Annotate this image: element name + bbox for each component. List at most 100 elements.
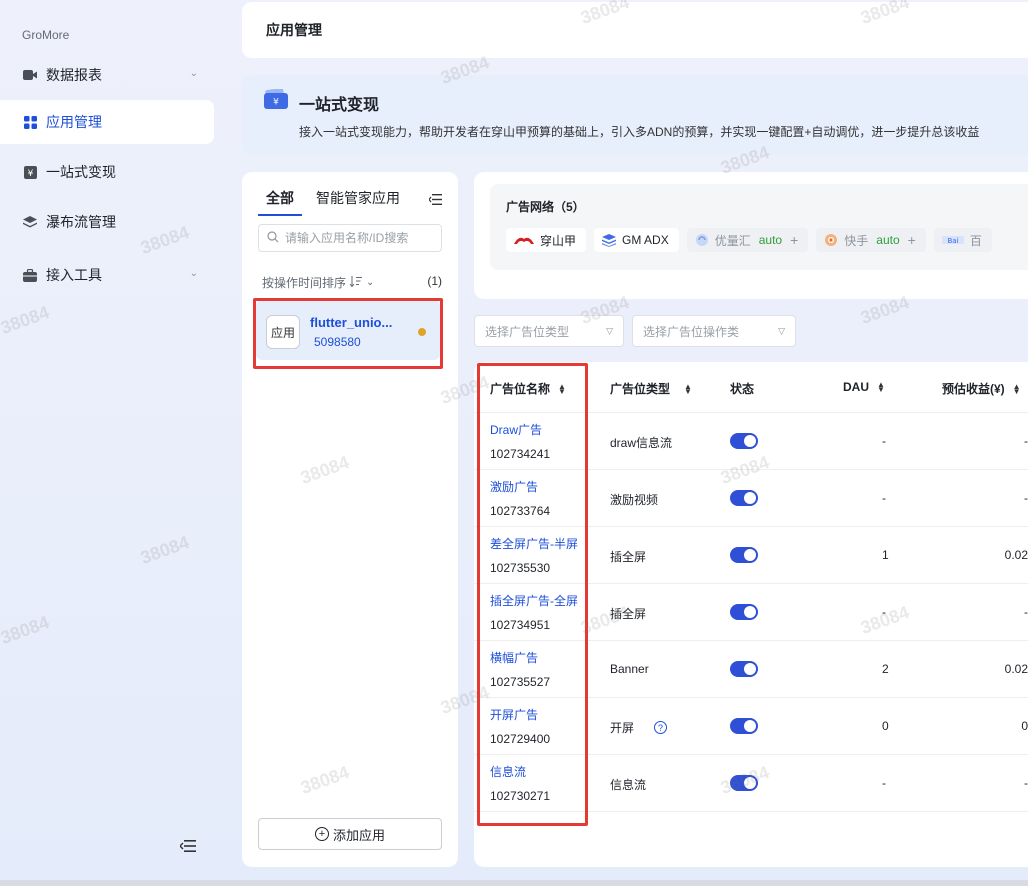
pangle-icon (514, 235, 534, 245)
svg-text:¥: ¥ (27, 169, 33, 179)
revenue-value: - (1024, 491, 1028, 505)
revenue-value: - (1024, 776, 1028, 790)
network-chip-pangle[interactable]: 穿山甲 (506, 228, 587, 252)
grid-icon (22, 114, 38, 130)
ad-slot-type: 插全屏 (610, 550, 647, 564)
search-input[interactable] (285, 231, 435, 245)
status-toggle[interactable] (730, 490, 758, 506)
ad-slot-name-link[interactable]: 信息流 (490, 763, 526, 780)
status-toggle[interactable] (730, 433, 758, 449)
monetization-banner: ¥ 一站式变现 接入一站式变现能力，帮助开发者在穿山甲预算的基础上，引入多ADN… (242, 75, 1028, 155)
sort-icon (349, 275, 363, 290)
banner-description: 接入一站式变现能力，帮助开发者在穿山甲预算的基础上，引入多ADN的预算，并实现一… (299, 125, 980, 139)
add-app-button[interactable]: + 添加应用 (258, 818, 442, 850)
sort-icon: ▲ ▼ (684, 381, 692, 396)
ad-slot-name-link[interactable]: 激励广告 (490, 478, 538, 495)
app-list-panel: 全部 智能管家应用 按操作时间排序 ⌄ (1) 应用 flutter_unio.… (242, 172, 458, 867)
gm-adx-icon (602, 233, 617, 247)
status-toggle[interactable] (730, 775, 758, 791)
baidu-icon: Bai (941, 235, 964, 245)
ad-slot-table: 广告位名称 ▲ ▼ 广告位类型 ▲ ▼ 状态 DAU ▲ ▼ 预估收益(¥) ▲ ▼ D… (474, 362, 1028, 867)
ad-slot-id: 102735527 (490, 675, 551, 689)
sort-icon: ▲ ▼ (558, 381, 566, 396)
plus-icon[interactable]: + (908, 232, 916, 248)
status-toggle[interactable] (730, 604, 758, 620)
ad-network-list: 穿山甲 GM ADX 优量汇 auto + 快手 auto + Bai 百 (506, 228, 992, 252)
toolbox-icon (22, 267, 38, 283)
status-toggle[interactable] (730, 718, 758, 734)
ad-slot-name-link[interactable]: 差全屏广告-半屏 (490, 535, 578, 552)
ad-slot-type: 插全屏 (610, 607, 647, 621)
ad-slot-type: Banner (610, 662, 649, 676)
layers-icon (22, 214, 38, 230)
dau-value: 0 (882, 719, 889, 733)
sort-control[interactable]: 按操作时间排序 ⌄ (262, 274, 374, 291)
col-header-status: 状态 (730, 380, 754, 397)
chevron-down-icon: ⌄ (366, 277, 375, 288)
network-chip-kuaishou[interactable]: 快手 auto + (816, 228, 926, 252)
app-list-item[interactable]: 应用 flutter_unio... 5098580 (256, 300, 440, 360)
sort-icon: ▲ ▼ (877, 380, 885, 394)
ad-slot-name-link[interactable]: 开屏广告 (490, 706, 538, 723)
col-header-label: DAU (843, 380, 869, 394)
dau-value: - (882, 491, 886, 505)
list-menu-icon[interactable] (428, 192, 442, 208)
ad-slot-name-link[interactable]: Draw广告 (490, 421, 542, 438)
network-chip-youlianghui[interactable]: 优量汇 auto + (686, 228, 809, 252)
search-icon (267, 230, 279, 246)
ad-slot-id: 102734951 (490, 618, 551, 632)
col-header-label: 预估收益(¥) (942, 382, 1005, 396)
dau-value: 1 (882, 548, 889, 562)
ad-slot-type: draw信息流 (610, 436, 673, 450)
plus-icon[interactable]: + (790, 232, 798, 248)
network-name: 百 (969, 233, 982, 248)
table-row: 横幅广告 102735527 Banner 2 0.02 (474, 641, 1028, 698)
table-row: 插全屏广告-全屏 102734951 插全屏 - - (474, 584, 1028, 641)
auto-tag: auto (758, 233, 783, 247)
page-title: 应用管理 (266, 22, 322, 38)
network-name: 穿山甲 (540, 233, 577, 248)
tab-all[interactable]: 全部 (258, 188, 302, 216)
app-search-field[interactable] (258, 224, 442, 252)
chevron-down-icon: ▽ (778, 326, 785, 336)
network-chip-baidu[interactable]: Bai 百 (933, 228, 992, 252)
col-header-dau[interactable]: DAU ▲ ▼ (843, 380, 885, 394)
col-header-type[interactable]: 广告位类型 ▲ ▼ (610, 380, 692, 397)
nav-label: 一站式变现 (46, 164, 116, 180)
tab-smart-manager[interactable]: 智能管家应用 (316, 188, 400, 216)
nav-item-reports[interactable]: 数据报表 ⌄ (0, 53, 214, 97)
col-header-name[interactable]: 广告位名称 ▲ ▼ (490, 380, 566, 397)
ad-slot-type: 开屏 (610, 721, 635, 735)
ad-slot-type: 激励视频 (610, 493, 659, 507)
sort-label: 按操作时间排序 (262, 276, 347, 290)
ad-slot-name-link[interactable]: 横幅广告 (490, 649, 538, 666)
status-toggle[interactable] (730, 661, 758, 677)
help-icon[interactable]: ? (654, 721, 668, 734)
video-icon (22, 67, 38, 83)
collapse-sidebar-icon[interactable] (178, 836, 198, 856)
ad-operation-placeholder: 选择广告位操作类 (643, 324, 740, 339)
yen-icon: ¥ (22, 164, 38, 180)
ad-slot-id: 102735530 (490, 561, 551, 575)
nav-item-app-management[interactable]: 应用管理 (0, 100, 214, 144)
nav-label: 应用管理 (46, 114, 102, 130)
col-header-revenue[interactable]: 预估收益(¥) ▲ ▼ (942, 380, 1021, 397)
revenue-value: - (1024, 434, 1028, 448)
ad-type-select[interactable]: 选择广告位类型 ▽ (474, 315, 624, 347)
network-chip-gm-adx[interactable]: GM ADX (594, 228, 679, 252)
nav-item-waterfall[interactable]: 瀑布流管理 (0, 200, 214, 244)
ad-operation-select[interactable]: 选择广告位操作类 ▽ (632, 315, 796, 347)
ad-network-panel: 广告网络（5） 穿山甲 GM ADX 优量汇 auto + 快手 auto + … (474, 172, 1028, 299)
svg-text:¥: ¥ (273, 98, 279, 108)
nav-label: 接入工具 (46, 267, 102, 283)
col-header-label: 状态 (730, 382, 755, 396)
app-name: flutter_unio... (310, 315, 393, 330)
app-count: (1) (427, 274, 442, 288)
nav-item-monetization[interactable]: ¥ 一站式变现 (0, 150, 214, 194)
revenue-value: 0 (1021, 719, 1028, 733)
nav-item-tools[interactable]: 接入工具 ⌄ (0, 253, 214, 297)
ad-slot-id: 102734241 (490, 447, 551, 461)
status-toggle[interactable] (730, 547, 758, 563)
ad-slot-name-link[interactable]: 插全屏广告-全屏 (490, 592, 578, 609)
bottom-divider (0, 880, 1028, 886)
